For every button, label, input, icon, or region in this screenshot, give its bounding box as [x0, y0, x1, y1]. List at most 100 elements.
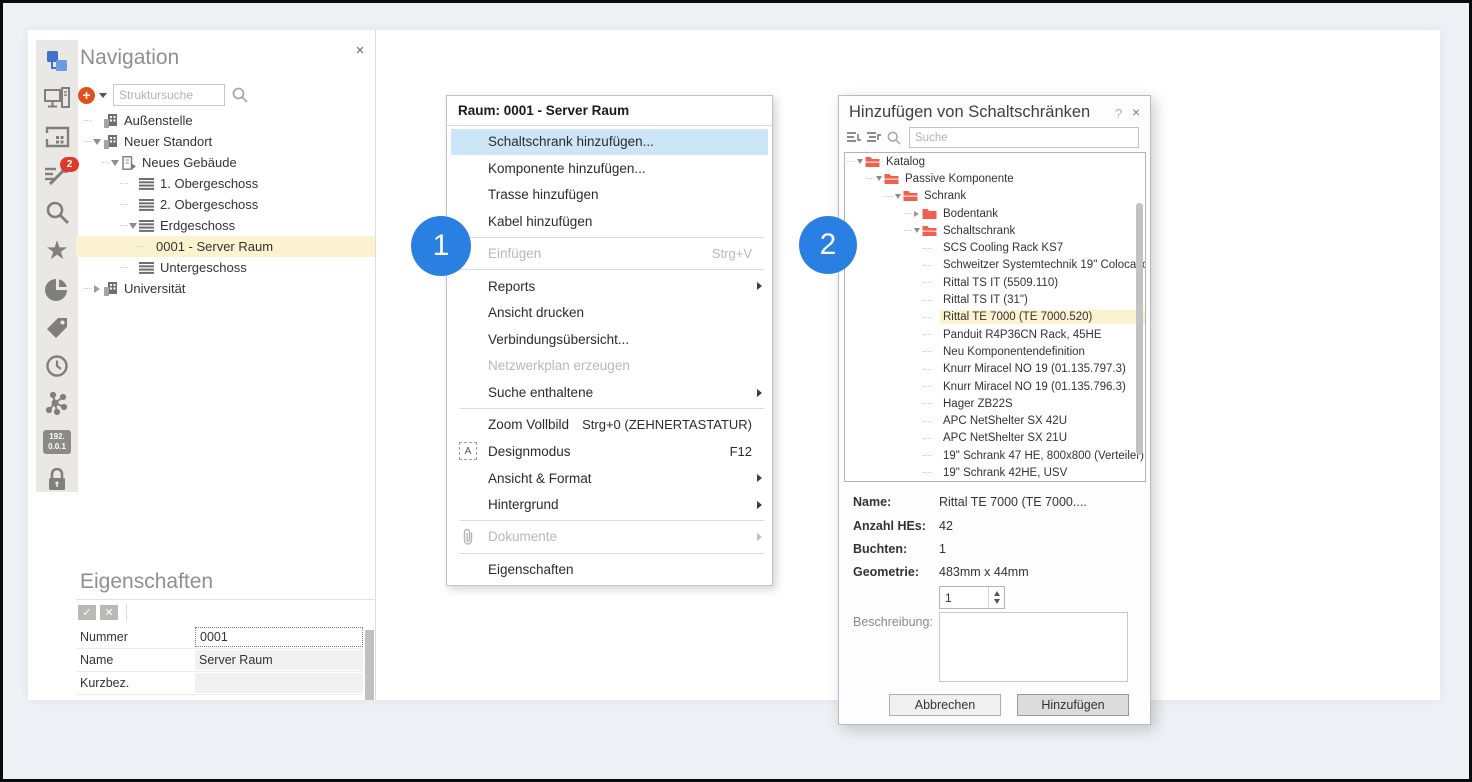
catalog-search-input[interactable]: [909, 127, 1139, 148]
ip-line2: 0.0.1: [48, 442, 66, 452]
sidebar-item-lock[interactable]: [42, 467, 72, 492]
menu-item[interactable]: Kabel hinzufügen: [451, 209, 768, 235]
close-icon[interactable]: ×: [352, 42, 368, 59]
expand-all-icon[interactable]: [847, 131, 862, 144]
catalog-tree-item[interactable]: Schaltschrank: [845, 222, 1145, 239]
catalog-tree-item[interactable]: Hager ZB22S: [845, 395, 1145, 412]
stepper-down-icon[interactable]: [994, 599, 1000, 604]
menu-item[interactable]: Komponente hinzufügen...: [451, 155, 768, 181]
catalog-item-label: Bodentank: [940, 207, 1001, 221]
menu-item[interactable]: Zoom VollbildStrg+0 (ZEHNERTASTATUR): [451, 412, 768, 438]
properties-scrollbar[interactable]: [365, 630, 374, 700]
menu-item[interactable]: Ansicht drucken: [451, 300, 768, 326]
catalog-tree-item[interactable]: SCS Cooling Rack KS7: [845, 239, 1145, 256]
sidebar-item-network[interactable]: [42, 391, 72, 416]
nav-tree-item[interactable]: Neues Gebäude: [76, 152, 375, 173]
tree-guide: [923, 300, 931, 301]
sidebar-item-topology[interactable]: [42, 48, 72, 73]
nav-tree-item[interactable]: Untergeschoss: [76, 257, 375, 278]
property-value-field[interactable]: Server Raum: [195, 650, 363, 670]
stepper-buttons[interactable]: [988, 587, 1004, 608]
catalog-tree-item[interactable]: Katalog: [845, 153, 1145, 170]
tree-indent: [931, 243, 940, 253]
collapse-arrow-icon[interactable]: [110, 158, 120, 168]
sidebar-item-tools[interactable]: 2: [42, 162, 72, 187]
catalog-tree-item[interactable]: Neu Komponentendefinition: [845, 343, 1145, 360]
catalog-tree-item[interactable]: Knurr Miracel NO 19 (01.135.796.3): [845, 378, 1145, 395]
catalog-tree-item[interactable]: Rittal TS IT (31"): [845, 291, 1145, 308]
collapse-arrow-icon[interactable]: [912, 226, 921, 236]
catalog-tree-item[interactable]: Bodentank: [845, 205, 1145, 222]
collapse-arrow-icon[interactable]: [874, 174, 883, 184]
add-dropdown-caret-icon[interactable]: [99, 93, 107, 98]
property-value-field[interactable]: 0001: [195, 627, 363, 647]
catalog-tree-item[interactable]: APC NetShelter SX 42U: [845, 412, 1145, 429]
quantity-stepper: [939, 586, 1005, 609]
nav-tree-item[interactable]: Außenstelle: [76, 110, 375, 131]
structure-search-input[interactable]: [113, 84, 225, 106]
expand-arrow-icon[interactable]: [912, 209, 921, 219]
catalog-tree-item[interactable]: Passive Komponente: [845, 170, 1145, 187]
catalog-tree-item[interactable]: 19" Schrank 42HE, USV: [845, 464, 1145, 481]
tree-guide: [923, 386, 931, 387]
nav-tree-item[interactable]: 0001 - Server Raum: [76, 236, 375, 257]
catalog-tree-item[interactable]: Knurr Miracel NO 19 (01.135.797.3): [845, 361, 1145, 378]
close-icon[interactable]: ×: [1132, 104, 1140, 120]
sidebar-item-tag[interactable]: [42, 315, 72, 340]
catalog-tree-item[interactable]: Schweitzer Systemtechnik 19" ColocationR…: [845, 257, 1145, 274]
catalog-tree-item[interactable]: Panduit R4P36CN Rack, 45HE: [845, 326, 1145, 343]
collapse-all-icon[interactable]: [867, 131, 882, 144]
tree-guide: [120, 204, 128, 205]
tree-guide: [138, 246, 146, 247]
tree-indent: [931, 312, 940, 322]
nav-tree-item[interactable]: Erdgeschoss: [76, 215, 375, 236]
description-textarea[interactable]: [939, 612, 1128, 682]
name-value: Rittal TE 7000 (TE 7000....: [939, 495, 1087, 509]
nav-tree-item[interactable]: 2. Obergeschoss: [76, 194, 375, 215]
quantity-input[interactable]: [940, 587, 988, 608]
tree-guide: [923, 369, 931, 370]
catalog-tree-item[interactable]: APC NetShelter SX 21U: [845, 430, 1145, 447]
expand-arrow-icon[interactable]: [92, 284, 102, 294]
menu-item[interactable]: Suche enthaltene: [451, 380, 768, 406]
collapse-arrow-icon[interactable]: [855, 157, 864, 167]
sidebar-item-ip-address[interactable]: 192.0.0.1: [42, 429, 72, 454]
catalog-tree-item[interactable]: Schrank: [845, 188, 1145, 205]
catalog-item-label: Rittal TE 7000 (TE 7000.520): [940, 310, 1145, 324]
sidebar-item-search[interactable]: [42, 200, 72, 225]
help-icon[interactable]: ?: [1115, 106, 1122, 121]
menu-item[interactable]: Schaltschrank hinzufügen...: [451, 129, 768, 155]
catalog-scrollbar[interactable]: [1136, 203, 1143, 455]
menu-item[interactable]: Verbindungsübersicht...: [451, 326, 768, 352]
sidebar-item-history[interactable]: [42, 353, 72, 378]
property-value-field[interactable]: [195, 673, 363, 693]
sidebar-item-devices[interactable]: [42, 86, 72, 111]
search-icon[interactable]: [232, 87, 248, 103]
nav-tree-item[interactable]: Universität: [76, 278, 375, 299]
collapse-arrow-icon[interactable]: [128, 221, 138, 231]
collapse-arrow-icon[interactable]: [893, 191, 902, 201]
add-button[interactable]: Hinzufügen: [1017, 694, 1129, 716]
collapse-arrow-icon[interactable]: [92, 137, 102, 147]
catalog-tree-item[interactable]: 19" Schrank 47 HE, 800x800 (Verteiler): [845, 447, 1145, 464]
stepper-up-icon[interactable]: [994, 591, 1000, 596]
nav-tree-item[interactable]: Neuer Standort: [76, 131, 375, 152]
building-icon: [121, 156, 138, 170]
cancel-button[interactable]: Abbrechen: [889, 694, 1001, 716]
menu-item[interactable]: ADesignmodusF12: [451, 438, 768, 464]
menu-item[interactable]: Hintergrund: [451, 492, 768, 518]
menu-item[interactable]: Ansicht & Format: [451, 465, 768, 491]
folder-icon: [922, 208, 937, 220]
apply-button[interactable]: ✓: [78, 605, 96, 620]
sidebar-item-pie-chart[interactable]: [42, 277, 72, 302]
catalog-tree-item[interactable]: Rittal TE 7000 (TE 7000.520): [845, 309, 1145, 326]
menu-item[interactable]: Eigenschaften: [451, 556, 768, 582]
discard-button[interactable]: ✕: [100, 605, 118, 620]
catalog-tree-item[interactable]: Rittal TS IT (5509.110): [845, 274, 1145, 291]
menu-item[interactable]: Reports: [451, 273, 768, 299]
add-button[interactable]: +: [78, 87, 95, 104]
nav-tree-item[interactable]: 1. Obergeschoss: [76, 173, 375, 194]
menu-item[interactable]: Trasse hinzufügen: [451, 182, 768, 208]
sidebar-item-favorites[interactable]: ★: [42, 238, 72, 264]
sidebar-item-floorplan[interactable]: [42, 124, 72, 149]
